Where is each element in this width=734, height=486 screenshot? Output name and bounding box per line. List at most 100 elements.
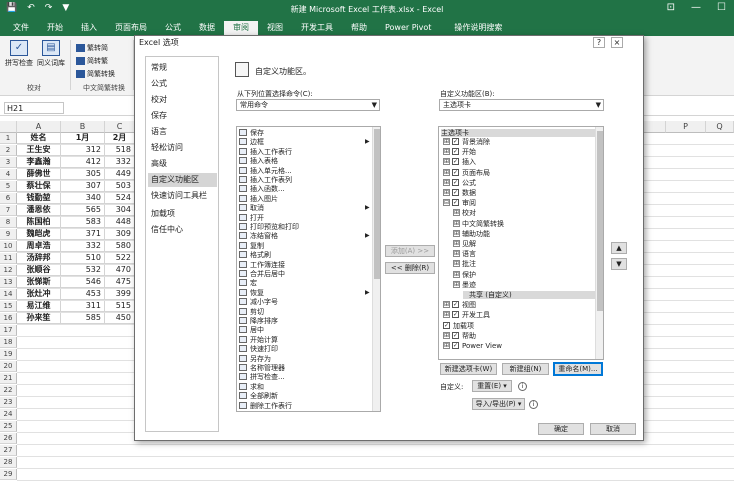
table-cell[interactable]: 陈国柏	[17, 217, 61, 228]
header-cell[interactable]: 姓名	[17, 133, 61, 144]
row-header[interactable]: 8	[0, 217, 17, 228]
checkbox[interactable]: ✓	[452, 342, 459, 349]
nav-item-add-ins[interactable]: 加载项	[148, 207, 217, 221]
scrollbar[interactable]	[595, 127, 603, 359]
expand-icon[interactable]: ⊞	[443, 138, 450, 145]
expand-icon[interactable]: ⊞	[443, 331, 450, 339]
tab-insert[interactable]: 插入	[72, 21, 106, 36]
tab-formulas[interactable]: 公式	[156, 21, 190, 36]
list-item[interactable]: 取消	[239, 204, 264, 212]
expand-icon[interactable]: ⊞	[453, 260, 460, 268]
rename-button[interactable]: 重命名(M)...	[553, 362, 603, 376]
table-cell[interactable]: 305	[61, 169, 105, 180]
column-header[interactable]: A	[17, 121, 61, 133]
table-cell[interactable]: 张灶冲	[17, 289, 61, 300]
expand-icon[interactable]: ⊞	[453, 280, 460, 288]
list-item[interactable]: 打开	[239, 213, 264, 222]
table-cell[interactable]: 585	[61, 313, 105, 324]
expand-icon[interactable]: ⊞	[453, 270, 460, 278]
row-header[interactable]: 25	[0, 421, 17, 432]
tree-item[interactable]: ⊞ ✓ 视图	[443, 301, 476, 309]
checkbox[interactable]: ✓	[452, 178, 459, 186]
list-item[interactable]: 合并后居中	[239, 270, 285, 278]
table-cell[interactable]: 易江维	[17, 301, 61, 312]
tree-item[interactable]: ⊞ 校对	[453, 209, 476, 217]
new-tab-button[interactable]: 新建选项卡(W)	[440, 363, 497, 375]
tree-item[interactable]: ⊞ ✓ 开发工具	[443, 311, 490, 319]
nav-item-quick-access-toolbar[interactable]: 快速访问工具栏	[148, 189, 217, 203]
maximize-icon[interactable]: ☐	[717, 2, 726, 13]
nav-item-formulas[interactable]: 公式	[148, 77, 217, 91]
table-cell[interactable]: 332	[61, 241, 105, 252]
scrollbar-thumb[interactable]	[597, 131, 603, 311]
table-cell[interactable]: 510	[61, 253, 105, 264]
move-up-button[interactable]: ▲	[611, 242, 627, 254]
expand-icon[interactable]: ⊞	[443, 189, 450, 196]
checkbox[interactable]: ✓	[452, 331, 459, 339]
list-item[interactable]: 拼写检查...	[239, 373, 285, 381]
help-button[interactable]: ?	[593, 37, 605, 48]
expand-icon[interactable]: ⊞	[443, 148, 450, 156]
table-cell[interactable]: 钱勤堃	[17, 193, 61, 204]
nav-item-save[interactable]: 保存	[148, 109, 217, 123]
list-item[interactable]: 插入图片	[239, 194, 278, 203]
ok-button[interactable]: 确定	[538, 423, 584, 435]
tab-page-layout[interactable]: 页面布局	[106, 21, 156, 36]
convert-button[interactable]: 简繁转换	[76, 69, 115, 79]
commands-list[interactable]: 保存 边框 ▶ 插入工作表行 插入表格 插入单元格... 插入工作表列 插入函数... 插入图片…	[236, 126, 381, 412]
list-item[interactable]: 居中	[239, 326, 264, 334]
checkbox[interactable]: ✓	[452, 158, 459, 166]
name-box[interactable]: H21	[4, 102, 64, 114]
table-cell[interactable]: 515	[105, 301, 135, 312]
table-cell[interactable]: 580	[105, 241, 135, 252]
list-item[interactable]: 全部刷新	[239, 392, 278, 400]
nav-item-advanced[interactable]: 高级	[148, 157, 217, 171]
expand-icon[interactable]: ⊞	[453, 229, 460, 237]
list-item[interactable]: 插入工作表行	[239, 147, 292, 156]
new-group-button[interactable]: 新建组(N)	[502, 363, 549, 375]
expand-icon[interactable]: ⊞	[443, 301, 450, 309]
table-cell[interactable]: 311	[61, 301, 105, 312]
ribbon-tree[interactable]: 主选项卡 ⊞ ✓ 背景消除 ⊞ ✓ 开始 ⊞ ✓ 插入 ⊞ ✓ 页面布局 ⊞ ✓ 公式 ⊞ ✓ 数据 ⊟ ✓ 审阅 ⊞ 校对…	[438, 126, 604, 360]
expand-icon[interactable]: ⊞	[453, 219, 460, 227]
header-cell[interactable]: 2月	[105, 133, 135, 144]
tree-item[interactable]: ⊞ ✓ 背景消除	[443, 138, 490, 146]
table-cell[interactable]: 张悌斯	[17, 277, 61, 288]
table-cell[interactable]: 薛佛世	[17, 169, 61, 180]
list-item[interactable]: 删除工作表行	[239, 401, 292, 410]
list-item[interactable]: 快速打印	[239, 345, 278, 353]
checkbox[interactable]: ✓	[452, 189, 459, 196]
list-item[interactable]: 打印预览和打印	[239, 223, 299, 231]
tab-review[interactable]: 审阅	[224, 21, 258, 36]
nav-item-trust-center[interactable]: 信任中心	[148, 223, 217, 237]
list-item[interactable]: 求和	[239, 382, 264, 391]
table-cell[interactable]: 李鑫瀚	[17, 157, 61, 168]
close-button[interactable]: ×	[611, 37, 623, 48]
column-header[interactable]: B	[61, 121, 105, 133]
row-header[interactable]: 14	[0, 289, 17, 300]
tab-data[interactable]: 数据	[190, 21, 224, 36]
column-header[interactable]: P	[666, 121, 706, 133]
tree-item[interactable]: ⊞ ✓ Power View	[443, 342, 502, 350]
row-header[interactable]: 9	[0, 229, 17, 240]
table-cell[interactable]: 449	[105, 169, 135, 180]
list-item[interactable]: 宏	[239, 279, 257, 287]
row-header[interactable]: 2	[0, 145, 17, 156]
checkbox[interactable]: ✓	[452, 138, 459, 145]
list-item[interactable]: 剪切	[239, 307, 264, 316]
table-cell[interactable]: 309	[105, 229, 135, 240]
checkbox[interactable]: ✓	[452, 301, 459, 309]
table-cell[interactable]: 565	[61, 205, 105, 216]
cancel-button[interactable]: 取消	[590, 423, 636, 435]
table-cell[interactable]: 412	[61, 157, 105, 168]
to-traditional-button[interactable]: 繁转简	[76, 43, 108, 53]
table-cell[interactable]: 399	[105, 289, 135, 300]
expand-icon[interactable]: ⊞	[453, 240, 460, 247]
tree-item[interactable]: ⊞ 批注	[453, 260, 476, 268]
table-cell[interactable]: 583	[61, 217, 105, 228]
row-header[interactable]: 19	[0, 349, 17, 360]
table-cell[interactable]: 546	[61, 277, 105, 288]
add-button[interactable]: 添加(A) >>	[385, 245, 435, 257]
tree-item[interactable]: ⊞ ✓ 帮助	[443, 331, 476, 340]
table-cell[interactable]: 蔡壮保	[17, 181, 61, 192]
